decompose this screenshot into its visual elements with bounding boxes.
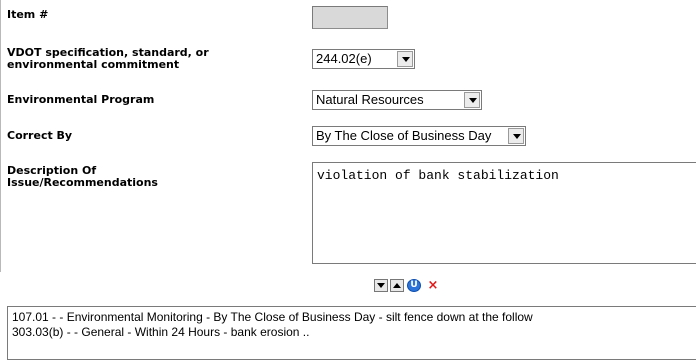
spec-label: VDOT specification, standard, or environ… <box>7 47 209 71</box>
env-program-select[interactable]: Natural Resources <box>312 90 482 110</box>
description-label: Description Of Issue/Recommendations <box>7 165 158 189</box>
issues-listbox[interactable]: 107.01 - - Environmental Monitoring - By… <box>7 306 696 360</box>
item-number-label: Item # <box>7 8 49 21</box>
update-icon[interactable]: U <box>407 279 421 292</box>
chevron-down-icon[interactable] <box>508 128 524 144</box>
correct-by-select[interactable]: By The Close of Business Day <box>312 126 526 146</box>
spec-label-line2: environmental commitment <box>7 58 180 71</box>
correct-by-select-value: By The Close of Business Day <box>316 128 492 143</box>
chevron-down-icon[interactable] <box>464 92 480 108</box>
item-number-field[interactable] <box>312 6 388 29</box>
up-arrow-icon[interactable] <box>390 279 404 292</box>
description-label-line2: Issue/Recommendations <box>7 176 158 189</box>
spec-select[interactable]: 244.02(e) <box>312 49 415 69</box>
list-item[interactable]: 303.03(b) - - General - Within 24 Hours … <box>12 325 696 340</box>
env-program-select-value: Natural Resources <box>316 92 424 107</box>
list-item[interactable]: 107.01 - - Environmental Monitoring - By… <box>12 310 696 325</box>
chevron-down-icon[interactable] <box>397 51 413 67</box>
env-program-label: Environmental Program <box>7 93 155 106</box>
form-left-border <box>0 0 1 272</box>
correct-by-label: Correct By <box>7 129 73 142</box>
down-arrow-icon[interactable] <box>374 279 388 292</box>
description-textarea[interactable]: violation of bank stabilization <box>312 162 696 264</box>
spec-select-value: 244.02(e) <box>316 51 372 66</box>
delete-x-icon[interactable]: × <box>426 279 440 292</box>
